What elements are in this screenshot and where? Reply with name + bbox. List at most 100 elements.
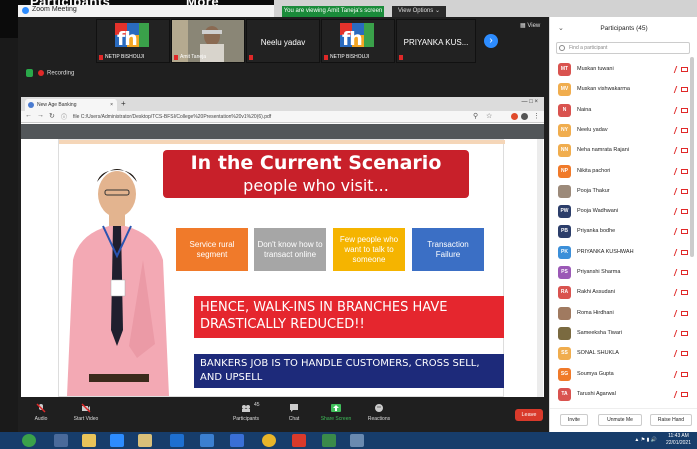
participant-row[interactable]: PK PRIYANKA KUSHWAH bbox=[550, 243, 697, 263]
taskbar-clock[interactable]: 11:43 AM 22/01/2021 bbox=[666, 433, 691, 447]
video-thumbnail[interactable]: PRIYANKA KUS... bbox=[396, 19, 476, 63]
muted-mic-icon[interactable] bbox=[669, 248, 678, 256]
chat-button[interactable]: Chat bbox=[284, 403, 304, 422]
taskbar-app-icon[interactable] bbox=[292, 434, 306, 447]
system-tray[interactable]: ▲ ⚑ ▮ 🔊 bbox=[634, 437, 657, 443]
participant-row[interactable]: SS SONAL SHUKLA bbox=[550, 344, 697, 364]
close-tab-icon[interactable]: × bbox=[110, 99, 113, 111]
zoom-app-icon[interactable] bbox=[110, 434, 124, 447]
video-thumbnail[interactable]: fh NETIP BISHOUJI bbox=[96, 19, 170, 63]
invite-button[interactable]: Invite bbox=[560, 414, 588, 426]
extension-icon[interactable] bbox=[511, 113, 518, 120]
next-page-button[interactable]: › bbox=[484, 34, 498, 48]
video-off-icon[interactable] bbox=[681, 371, 688, 377]
muted-mic-icon[interactable] bbox=[669, 86, 678, 94]
video-thumbnail[interactable]: Neelu yadav bbox=[246, 19, 320, 63]
muted-mic-icon[interactable] bbox=[669, 309, 678, 317]
new-tab-icon[interactable]: + bbox=[121, 99, 126, 108]
reactions-button[interactable]: Reactions bbox=[362, 403, 396, 422]
window-controls[interactable]: — □ × bbox=[522, 99, 538, 105]
participant-row[interactable]: SG Soumya Gupta bbox=[550, 365, 697, 385]
bookmark-star-icon[interactable]: ☆ bbox=[486, 112, 492, 120]
participant-row[interactable]: Sameeksha Tiwari bbox=[550, 324, 697, 344]
participant-row[interactable]: PS Priyanshi Sharma bbox=[550, 263, 697, 283]
video-thumbnail[interactable]: fh NETIP BISHOUJI bbox=[321, 19, 395, 63]
outlook-icon[interactable] bbox=[200, 434, 214, 447]
raise-hand-button[interactable]: Raise Hand bbox=[650, 414, 692, 426]
video-off-icon[interactable] bbox=[681, 290, 688, 296]
search-icon[interactable]: ⚲ bbox=[473, 112, 478, 120]
video-off-icon[interactable] bbox=[681, 148, 688, 154]
pdf-scrollbar[interactable] bbox=[537, 139, 543, 397]
participant-row[interactable]: PB Priyanka bodhe bbox=[550, 222, 697, 242]
participant-row[interactable]: NY Neelu yadav bbox=[550, 121, 697, 141]
video-off-icon[interactable] bbox=[681, 270, 688, 275]
chrome-icon[interactable] bbox=[262, 434, 276, 447]
muted-mic-icon[interactable] bbox=[669, 106, 678, 114]
video-off-icon[interactable] bbox=[681, 188, 688, 194]
muted-mic-icon[interactable] bbox=[669, 228, 678, 236]
muted-mic-icon[interactable] bbox=[669, 66, 678, 73]
folder-icon[interactable] bbox=[138, 434, 152, 447]
participant-row[interactable]: Pooja Thakur bbox=[550, 182, 697, 202]
ie-icon[interactable] bbox=[170, 434, 184, 447]
muted-mic-icon[interactable] bbox=[669, 370, 678, 378]
video-off-icon[interactable] bbox=[681, 310, 688, 316]
forward-icon[interactable]: → bbox=[37, 112, 44, 119]
participant-row[interactable]: PW Pooja Wadhwani bbox=[550, 202, 697, 222]
participant-row[interactable]: TA Tarushi Agarwal bbox=[550, 385, 697, 405]
taskbar-app-icon[interactable] bbox=[322, 434, 336, 447]
video-off-icon[interactable] bbox=[681, 67, 688, 72]
muted-mic-icon[interactable] bbox=[669, 329, 678, 337]
muted-mic-icon[interactable] bbox=[669, 269, 678, 276]
participant-row[interactable]: N Naina bbox=[550, 101, 697, 121]
profile-icon[interactable] bbox=[521, 113, 528, 120]
search-input[interactable]: Find a participant bbox=[556, 42, 690, 54]
view-options-button[interactable]: View Options ⌄ bbox=[392, 6, 446, 17]
participant-row[interactable]: NP Nikita pachori bbox=[550, 162, 697, 182]
video-thumbnail[interactable]: Amit Taneja bbox=[171, 19, 245, 63]
start-video-button[interactable]: Start Video bbox=[68, 403, 104, 422]
participants-button[interactable]: Participants bbox=[226, 403, 266, 422]
view-button[interactable]: ▦ View bbox=[520, 22, 540, 29]
leave-button[interactable]: Leave bbox=[515, 409, 543, 421]
muted-mic-icon[interactable] bbox=[669, 147, 678, 155]
menu-icon[interactable]: ⋮ bbox=[533, 112, 540, 120]
participant-row[interactable]: RA Rakhi Assudani bbox=[550, 283, 697, 303]
chevron-down-icon[interactable]: ⌄ bbox=[558, 17, 564, 41]
video-off-icon[interactable] bbox=[681, 391, 688, 397]
audio-button[interactable]: Audio bbox=[28, 403, 54, 422]
info-icon[interactable]: ⓘ bbox=[61, 112, 67, 121]
video-off-icon[interactable] bbox=[681, 229, 688, 235]
back-icon[interactable]: ← bbox=[25, 112, 32, 119]
muted-mic-icon[interactable] bbox=[669, 289, 678, 297]
participant-row[interactable]: MV Muskan vishwakarma bbox=[550, 80, 697, 100]
video-off-icon[interactable] bbox=[681, 330, 688, 336]
url-field[interactable]: file C:/Users/Administrator/Desktop/TCS-… bbox=[73, 113, 473, 122]
taskbar-app-icon[interactable] bbox=[82, 434, 96, 447]
share-screen-button[interactable]: Share Screen bbox=[316, 403, 356, 422]
unmute-me-button[interactable]: Unmute Me bbox=[598, 414, 642, 426]
video-off-icon[interactable] bbox=[681, 107, 688, 113]
muted-mic-icon[interactable] bbox=[669, 208, 678, 216]
reload-icon[interactable]: ↻ bbox=[49, 112, 55, 120]
video-off-icon[interactable] bbox=[681, 87, 688, 93]
taskbar-app-icon[interactable] bbox=[54, 434, 68, 447]
video-off-icon[interactable] bbox=[681, 249, 688, 255]
participant-row[interactable]: MT Muskan tuwani bbox=[550, 60, 697, 80]
start-icon[interactable] bbox=[22, 434, 36, 447]
taskbar-app-icon[interactable] bbox=[230, 434, 244, 447]
taskbar-app-icon[interactable] bbox=[350, 434, 364, 447]
video-off-icon[interactable] bbox=[681, 209, 688, 215]
browser-tab[interactable]: New Age Banking × bbox=[25, 99, 117, 111]
muted-mic-icon[interactable] bbox=[669, 350, 678, 358]
muted-mic-icon[interactable] bbox=[669, 167, 678, 175]
video-off-icon[interactable] bbox=[681, 351, 688, 357]
recording-indicator[interactable]: Recording bbox=[38, 70, 74, 77]
video-off-icon[interactable] bbox=[681, 168, 688, 174]
participant-row[interactable]: Roma Hirdhani bbox=[550, 304, 697, 324]
muted-mic-icon[interactable] bbox=[669, 187, 678, 195]
participant-row[interactable]: NN Neha namrata Rajani bbox=[550, 141, 697, 161]
muted-mic-icon[interactable] bbox=[669, 126, 678, 134]
video-off-icon[interactable] bbox=[681, 127, 688, 133]
